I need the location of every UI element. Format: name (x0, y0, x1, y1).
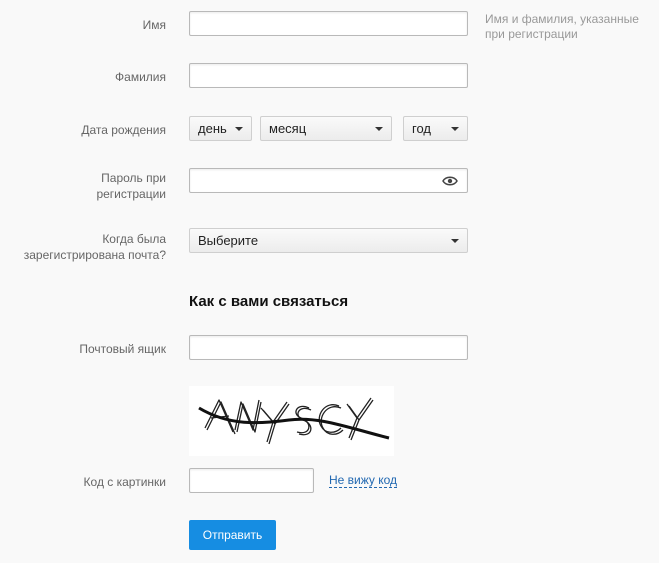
first-name-hint: Имя и фамилия, указанные при регистрации (485, 12, 639, 41)
registration-time-value: Выберите (198, 233, 259, 248)
birth-year-value: год (412, 121, 431, 136)
mailbox-input[interactable] (189, 335, 468, 360)
refresh-captcha-link[interactable]: Не вижу код (329, 473, 398, 488)
chevron-down-icon (451, 127, 459, 131)
captcha-code-input[interactable] (189, 468, 314, 493)
birth-month-select[interactable]: месяц (260, 116, 392, 141)
chevron-down-icon (451, 239, 459, 243)
first-name-input[interactable] (189, 11, 468, 36)
birth-date-label: Дата рождения (81, 123, 166, 137)
chevron-down-icon (375, 127, 383, 131)
registration-time-select[interactable]: Выберите (189, 228, 468, 253)
registration-time-label-line2: зарегистрирована почта? (23, 248, 166, 262)
password-label-line1: Пароль при (101, 171, 166, 185)
registration-time-label-line1: Когда была (102, 232, 166, 246)
birth-day-select[interactable]: день (189, 116, 252, 141)
last-name-input[interactable] (189, 63, 468, 88)
eye-icon[interactable] (442, 175, 458, 187)
password-field[interactable] (189, 168, 468, 193)
mailbox-label: Почтовый ящик (79, 342, 166, 356)
birth-year-select[interactable]: год (403, 116, 468, 141)
first-name-label: Имя (142, 18, 166, 32)
captcha-code-label: Код с картинки (83, 475, 166, 489)
last-name-label: Фамилия (115, 70, 166, 84)
registration-time-label: Когда была зарегистрирована почта? (24, 231, 166, 263)
password-label-line2: регистрации (96, 187, 166, 201)
password-label: Пароль при регистрации (96, 170, 166, 202)
restore-access-form: Имя Имя и фамилия, указанные при регистр… (0, 0, 659, 563)
birth-month-value: месяц (269, 121, 307, 136)
contact-section-title: Как с вами связаться (189, 293, 349, 310)
submit-button[interactable]: Отправить (189, 520, 276, 550)
chevron-down-icon (235, 127, 243, 131)
birth-day-value: день (198, 121, 227, 136)
captcha-image (189, 386, 394, 456)
